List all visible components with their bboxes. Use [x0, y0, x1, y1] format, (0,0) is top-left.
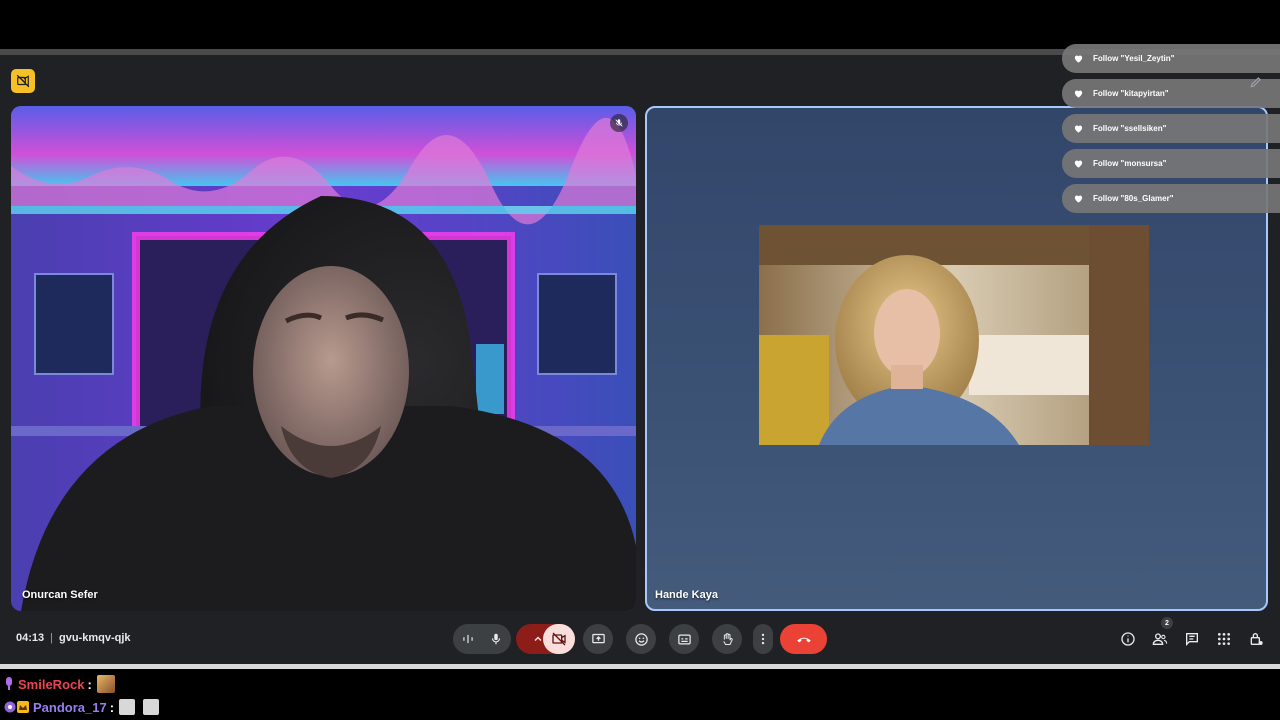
people-button[interactable]: [1150, 629, 1170, 649]
meeting-details-button[interactable]: [1118, 629, 1138, 649]
heart-icon: [1074, 55, 1083, 63]
meeting-code[interactable]: gvu-kmqv-qjk: [59, 632, 131, 644]
mic-icon: [491, 633, 501, 645]
camera-toggle[interactable]: [543, 624, 575, 654]
chat-username[interactable]: SmileRock: [18, 677, 84, 692]
captions-icon: [677, 634, 691, 644]
follow-notifications: Follow "Yesil_Zeytin" Follow "kitapyirta…: [1062, 44, 1280, 219]
chat-icon: [1186, 633, 1198, 646]
heart-icon: [1074, 90, 1083, 98]
chat-button[interactable]: [1182, 629, 1202, 649]
follow-text: Follow "kitapyirtan": [1093, 89, 1169, 98]
heart-icon: [1074, 125, 1083, 133]
heart-icon: [1074, 160, 1083, 168]
mic-muted-indicator: [610, 114, 628, 132]
emoji-button[interactable]: [626, 624, 656, 654]
leave-call-button[interactable]: [780, 624, 827, 654]
info-icon: [1121, 632, 1135, 646]
activities-icon: [1218, 633, 1230, 645]
chat-message: Pandora_17 :: [4, 697, 167, 717]
mic-button[interactable]: [453, 624, 511, 654]
pencil-icon[interactable]: [1249, 75, 1263, 89]
more-vert-icon: [761, 633, 765, 645]
end-call-icon: [796, 637, 811, 643]
follow-notification[interactable]: Follow "kitapyirtan": [1062, 79, 1280, 108]
follow-notification[interactable]: Follow "ssellsiken": [1062, 114, 1280, 143]
window-top-bar: [0, 0, 1280, 50]
captions-button[interactable]: [669, 624, 699, 654]
follow-notification[interactable]: Follow "Yesil_Zeytin": [1062, 44, 1280, 73]
participant-name: Onurcan Sefer: [22, 589, 98, 601]
crown-badge-icon: [17, 701, 29, 713]
emoji-icon: [634, 632, 648, 646]
controls-bar: 04:13 | gvu-kmqv-qjk: [0, 620, 1280, 656]
follow-notification[interactable]: Follow "monsursa": [1062, 149, 1280, 178]
participant-name: Hande Kaya: [655, 589, 718, 601]
participant-tile-left[interactable]: Onurcan Sefer: [11, 106, 636, 611]
camera-off-icon: [552, 632, 566, 646]
chevron-up-icon: [533, 636, 542, 642]
emote-icon: [119, 699, 136, 715]
host-controls-button[interactable]: [1246, 629, 1266, 649]
follow-text: Follow "ssellsiken": [1093, 124, 1167, 133]
camera-button[interactable]: [516, 624, 575, 654]
separator: |: [50, 632, 53, 644]
chat-username[interactable]: Pandora_17: [33, 700, 107, 715]
activities-button[interactable]: [1214, 629, 1234, 649]
present-icon: [591, 633, 605, 643]
follow-text: Follow "Yesil_Zeytin": [1093, 54, 1175, 63]
mic-badge-icon: [6, 677, 12, 690]
host-controls-icon: [1250, 633, 1263, 645]
present-button[interactable]: [583, 624, 613, 654]
audio-levels-icon: [463, 634, 473, 644]
people-icon: [1152, 633, 1168, 645]
chat-colon: :: [109, 699, 115, 715]
follow-text: Follow "monsursa": [1093, 159, 1167, 168]
follow-notification[interactable]: Follow "80s_Glamer": [1062, 184, 1280, 213]
subscriber-badge-icon: [4, 701, 16, 713]
emote-icon: [96, 675, 115, 693]
more-options-button[interactable]: [753, 624, 773, 654]
participant-video: [11, 106, 636, 611]
mic-off-icon: [615, 119, 623, 127]
participant-video: [759, 225, 1149, 445]
emote-icon: [143, 699, 160, 715]
people-count-badge: 2: [1161, 617, 1173, 629]
stream-chat: SmileRock : Pandora_17 :: [0, 669, 1280, 720]
raise-hand-icon: [722, 632, 733, 645]
camera-off-icon: [16, 74, 30, 88]
meeting-time: 04:13: [16, 632, 45, 644]
recording-indicator[interactable]: [11, 69, 35, 93]
chat-colon: :: [87, 676, 92, 692]
chat-message: SmileRock :: [4, 674, 123, 694]
heart-icon: [1074, 195, 1083, 203]
raise-hand-button[interactable]: [712, 624, 742, 654]
follow-text: Follow "80s_Glamer": [1093, 194, 1174, 203]
